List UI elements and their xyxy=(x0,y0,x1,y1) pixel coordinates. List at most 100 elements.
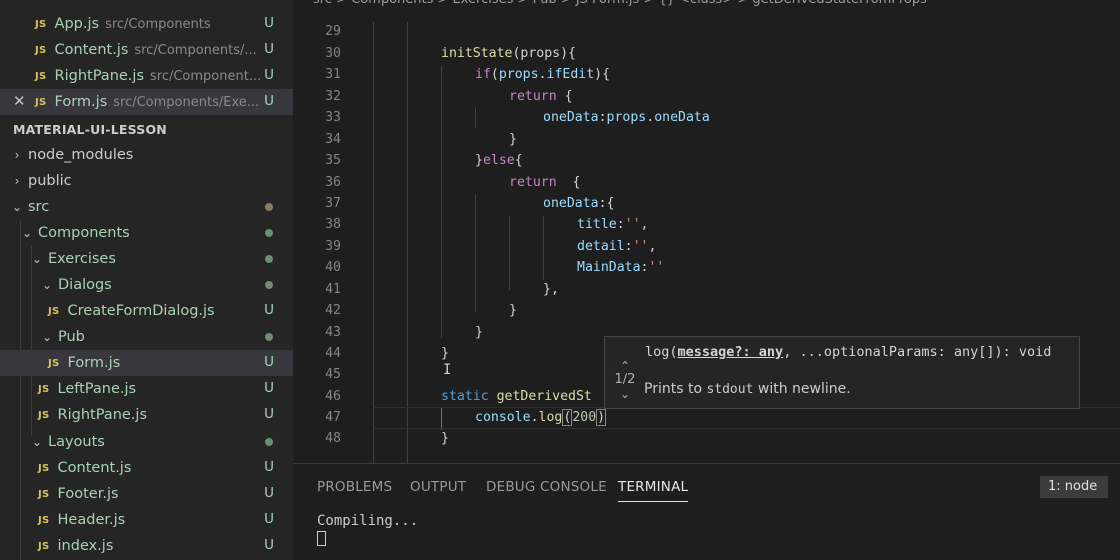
code-line[interactable]: if(props.ifEdit){ xyxy=(475,67,610,82)
js-file-icon: JS xyxy=(35,18,47,30)
tab-terminal[interactable]: TERMINAL xyxy=(618,479,689,502)
open-editor-item[interactable]: JS Content.js src/Components/... U xyxy=(0,37,293,63)
indent-guide xyxy=(509,216,510,290)
tree-folder[interactable]: ⌄ Dialogs xyxy=(0,272,293,298)
chevron-up-icon[interactable]: ⌃ xyxy=(613,359,637,373)
tree-file[interactable]: JS index.js U xyxy=(0,533,293,559)
indent-guide xyxy=(373,22,374,463)
js-file-icon: JS xyxy=(48,305,60,317)
untracked-dot xyxy=(265,438,273,446)
tab-problems[interactable]: PROBLEMS xyxy=(317,479,392,495)
code-line[interactable]: oneData:{ xyxy=(543,196,614,211)
code-line[interactable]: return { xyxy=(509,89,573,104)
code-line[interactable]: return { xyxy=(509,175,580,190)
signature-description: Prints to stdout with newline. xyxy=(644,381,851,397)
tree-file-selected[interactable]: JS Form.js U xyxy=(0,350,293,376)
bottom-panel: PROBLEMS OUTPUT DEBUG CONSOLE TERMINAL 1… xyxy=(293,463,1120,560)
signature-help-popup: ⌃ 1/2 ⌄ log(message?: any, ...optionalPa… xyxy=(604,336,1080,409)
signature-text: log(message?: any, ...optionalParams: an… xyxy=(645,344,1052,360)
js-file-icon: JS xyxy=(38,383,50,395)
tree-folder[interactable]: ⌄ Components xyxy=(0,220,293,246)
tree-folder[interactable]: › node_modules xyxy=(0,142,293,168)
explorer-sidebar: JS App.js src/Components U JS Content.js… xyxy=(0,0,293,560)
line-number: 35 xyxy=(325,153,341,168)
text-cursor-ibeam-icon: I xyxy=(443,362,452,378)
open-editor-item-active[interactable]: ✕ JS Form.js src/Components/Exe... U xyxy=(0,89,293,115)
indent-guide xyxy=(407,22,408,463)
code-line[interactable]: MainData:'' xyxy=(577,260,664,275)
line-number: 41 xyxy=(325,282,341,297)
terminal-select[interactable]: 1: node xyxy=(1040,476,1108,498)
js-file-icon: JS xyxy=(38,514,50,526)
js-file-icon: JS xyxy=(35,96,47,108)
tree-folder[interactable]: ⌄ src xyxy=(0,194,293,220)
file-path: src/Components xyxy=(105,16,211,32)
open-editor-item[interactable]: JS RightPane.js src/Component... U xyxy=(0,63,293,89)
file-name: Content.js xyxy=(54,42,129,58)
explorer-section-title[interactable]: MATERIAL-UI-LESSON xyxy=(0,116,293,142)
tree-file[interactable]: JS Content.js U xyxy=(0,455,293,481)
tree-file[interactable]: JS LeftPane.js U xyxy=(0,376,293,402)
chevron-right-icon: › xyxy=(14,174,20,188)
js-file-icon: JS xyxy=(38,540,50,552)
signature-navigator[interactable]: ⌃ 1/2 ⌄ xyxy=(613,359,637,401)
breadcrumb[interactable]: src > Components > Exercises > Pub > JS … xyxy=(293,0,927,8)
indent-guide xyxy=(475,108,476,128)
file-name: Form.js xyxy=(54,94,108,110)
tree-folder[interactable]: › public xyxy=(0,168,293,194)
code-line[interactable]: static getDerivedSt xyxy=(441,389,592,404)
code-line[interactable]: oneData:props.oneData xyxy=(543,110,710,125)
tree-file[interactable]: JS RightPane.js U xyxy=(0,402,293,428)
line-number: 31 xyxy=(325,67,341,82)
line-number: 45 xyxy=(325,367,341,382)
code-line[interactable]: }else{ xyxy=(475,153,523,168)
line-number: 48 xyxy=(325,431,341,446)
untracked-badge: U xyxy=(264,15,274,31)
tab-output[interactable]: OUTPUT xyxy=(410,479,466,495)
line-number: 44 xyxy=(325,346,341,361)
terminal-cursor xyxy=(317,531,326,546)
chevron-down-icon: ⌄ xyxy=(31,435,43,449)
code-line[interactable]: }, xyxy=(543,282,559,297)
tree-file[interactable]: JS CreateFormDialog.js U xyxy=(0,298,293,324)
code-line[interactable]: } xyxy=(509,132,517,147)
line-number: 36 xyxy=(325,175,341,190)
untracked-badge: U xyxy=(264,93,274,109)
chevron-right-icon: › xyxy=(14,148,20,162)
js-file-icon: JS xyxy=(35,70,47,82)
line-number: 46 xyxy=(325,389,341,404)
tree-folder[interactable]: ⌄ Pub xyxy=(0,324,293,350)
line-number: 30 xyxy=(325,46,341,61)
code-line-current[interactable]: console.log(200) xyxy=(475,409,607,426)
code-line[interactable]: detail:'', xyxy=(577,239,656,254)
chevron-down-icon: ⌄ xyxy=(31,252,43,266)
line-number: 29 xyxy=(325,24,341,39)
line-number: 39 xyxy=(325,239,341,254)
chevron-down-icon: ⌄ xyxy=(41,278,53,292)
line-number: 32 xyxy=(325,89,341,104)
line-number: 42 xyxy=(325,303,341,318)
untracked-dot xyxy=(265,333,273,341)
code-line[interactable]: } xyxy=(441,346,449,361)
tree-file[interactable]: JS Footer.js U xyxy=(0,481,293,507)
tree-file[interactable]: JS Header.js U xyxy=(0,507,293,533)
file-name: RightPane.js xyxy=(54,68,144,84)
open-editor-item[interactable]: JS App.js src/Components U xyxy=(0,11,293,37)
untracked-dot xyxy=(265,255,273,263)
code-line[interactable]: } xyxy=(441,431,449,446)
js-file-icon: JS xyxy=(38,409,50,421)
indent-guide xyxy=(543,216,544,280)
close-icon[interactable]: ✕ xyxy=(13,92,26,110)
code-line[interactable]: } xyxy=(509,303,517,318)
line-number: 34 xyxy=(325,132,341,147)
tab-debug-console[interactable]: DEBUG CONSOLE xyxy=(486,479,607,495)
tree-folder[interactable]: ⌄ Layouts xyxy=(0,429,293,455)
overload-counter: 1/2 xyxy=(614,372,636,387)
tree-folder[interactable]: ⌄ Exercises xyxy=(0,246,293,272)
file-path: src/Components/... xyxy=(134,42,257,58)
code-line[interactable]: initState(props){ xyxy=(441,46,576,61)
chevron-down-icon[interactable]: ⌄ xyxy=(613,387,637,401)
code-line[interactable]: title:'', xyxy=(577,217,649,232)
code-line[interactable]: } xyxy=(475,325,483,340)
indent-guide xyxy=(475,194,476,312)
